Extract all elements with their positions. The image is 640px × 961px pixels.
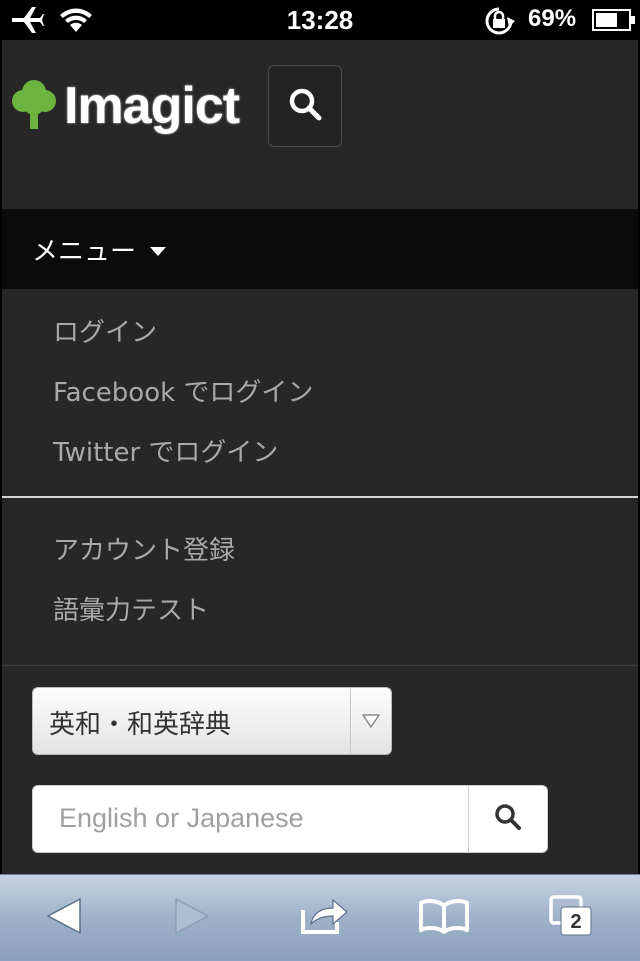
select-arrow-icon <box>350 688 391 754</box>
tree-logo-icon <box>12 78 56 134</box>
dictionary-select[interactable]: 英和・和英辞典 <box>32 687 392 755</box>
site-logo[interactable]: Imagict <box>12 76 240 136</box>
back-button[interactable] <box>34 893 94 943</box>
menu-divider <box>2 496 638 498</box>
search-input[interactable] <box>33 786 469 850</box>
menu-item-facebook-login[interactable]: Facebook でログイン <box>53 372 313 409</box>
share-icon <box>299 896 349 940</box>
tabs-button[interactable]: 2 <box>540 893 600 943</box>
status-bar: 13:28 69% <box>0 0 640 40</box>
bookmarks-button[interactable] <box>414 893 474 943</box>
menu-toggle-label: メニュー <box>32 237 137 267</box>
logo-text: Imagict <box>64 77 240 135</box>
browser-toolbar: 2 <box>0 874 640 961</box>
battery-icon <box>592 9 636 36</box>
dictionary-select-value: 英和・和英辞典 <box>49 710 232 740</box>
section-divider <box>2 665 638 666</box>
share-button[interactable] <box>294 893 354 943</box>
book-icon <box>418 898 470 938</box>
tab-count: 2 <box>570 911 581 933</box>
menu-item-register[interactable]: アカウント登録 <box>53 530 235 567</box>
search-icon <box>494 803 522 835</box>
search-submit-button[interactable] <box>468 786 547 852</box>
menu-item-vocab-test[interactable]: 語彙力テスト <box>53 590 209 627</box>
site-header: Imagict <box>2 40 638 209</box>
search-form <box>32 785 548 853</box>
tabs-icon: 2 <box>547 895 593 941</box>
web-page: Imagict メニュー ログイン Facebook でログイン Twitter… <box>2 40 638 874</box>
rotation-lock-icon <box>482 6 516 41</box>
battery-percent: 69% <box>528 5 577 32</box>
header-search-button[interactable] <box>268 65 342 147</box>
back-arrow-icon <box>46 897 82 939</box>
menu-bar: メニュー <box>2 209 638 289</box>
forward-button[interactable] <box>162 893 222 943</box>
caret-down-icon <box>150 247 167 256</box>
menu-toggle[interactable]: メニュー <box>32 231 167 268</box>
menu-item-twitter-login[interactable]: Twitter でログイン <box>53 432 278 469</box>
menu-item-login[interactable]: ログイン <box>53 312 157 349</box>
forward-arrow-icon <box>174 897 210 939</box>
search-icon <box>288 87 322 125</box>
